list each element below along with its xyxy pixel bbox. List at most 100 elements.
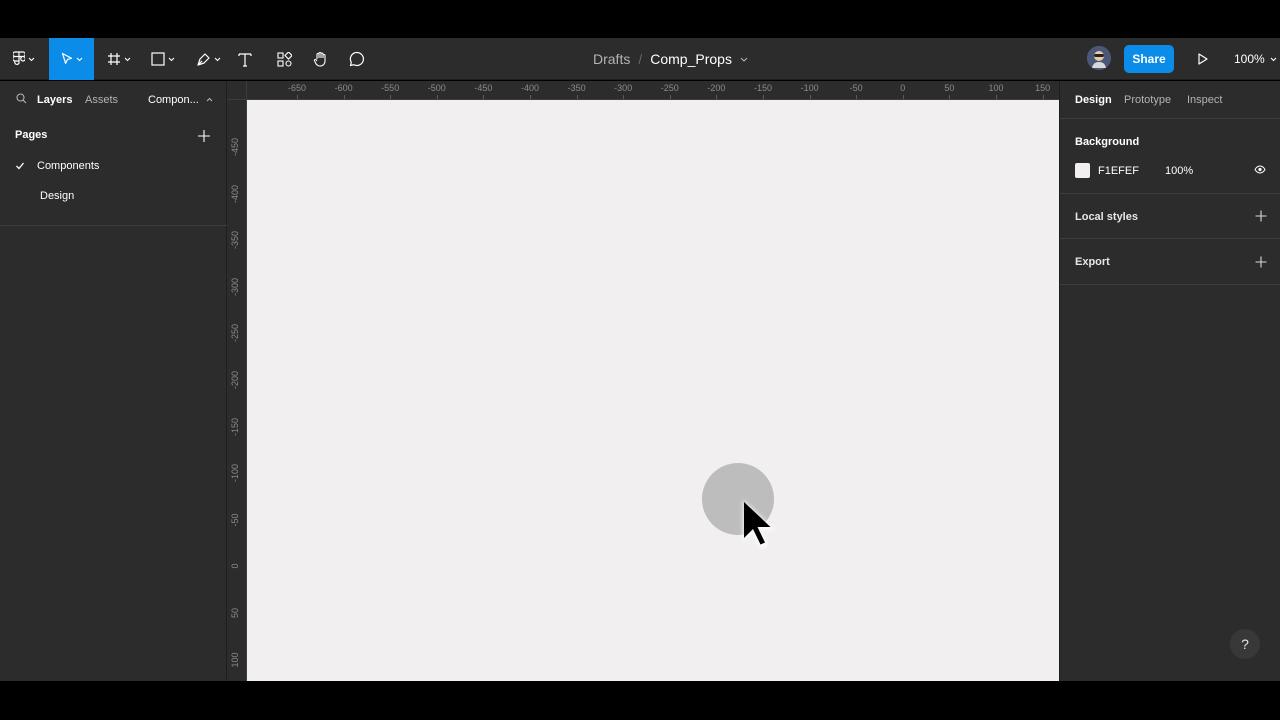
resources-button[interactable] (272, 38, 296, 80)
mouse-pointer-icon (743, 500, 775, 549)
ruler-tick-label: -300 (230, 277, 240, 296)
zoom-level: 100% (1234, 52, 1265, 66)
export-title: Export (1075, 256, 1110, 268)
zoom-menu[interactable]: 100% (1234, 38, 1277, 80)
search-icon[interactable] (16, 93, 27, 104)
ruler-tick-label: -50 (230, 513, 240, 527)
tab-inspect[interactable]: Inspect (1187, 81, 1222, 118)
divider (0, 225, 227, 226)
ruler-tick-label: -350 (230, 231, 240, 250)
horizontal-ruler: -650 -600 -550 -500 -450 -400 -350 -300 -250 -200… (227, 81, 1059, 100)
ruler-tick-label: -450 (230, 137, 240, 157)
share-button[interactable]: Share (1124, 45, 1174, 73)
checkmark-icon (16, 162, 25, 170)
ruler-tick-label: 0 (900, 83, 906, 93)
chevron-down-icon (124, 57, 131, 61)
add-export-plus-icon[interactable] (1255, 256, 1267, 268)
main-menu-button[interactable] (8, 38, 40, 80)
rectangle-icon (151, 52, 165, 66)
text-t-icon (238, 52, 252, 67)
divider (1060, 118, 1280, 119)
ruler-tick-label: -200 (230, 370, 240, 390)
tab-assets[interactable]: Assets (85, 81, 118, 118)
chevron-down-icon (214, 57, 220, 61)
ruler-tick-label: -100 (800, 83, 819, 93)
ruler-tick-label: -150 (753, 83, 773, 93)
present-button[interactable] (1193, 49, 1213, 69)
ruler-tick-label: -550 (381, 83, 400, 93)
divider (1060, 238, 1280, 239)
add-page-plus-icon[interactable] (197, 129, 211, 143)
background-opacity-input[interactable]: 100% (1165, 165, 1193, 177)
ruler-tick-label: -200 (707, 83, 726, 93)
page-selector[interactable]: Compon... (148, 81, 213, 118)
play-icon (1198, 53, 1208, 65)
ruler-tick-label: -600 (334, 83, 353, 93)
breadcrumb-folder[interactable]: Drafts (593, 51, 630, 67)
divider (1060, 193, 1280, 194)
hand-icon (313, 51, 326, 67)
layers-panel: Layers Assets Compon... Pages Components… (0, 81, 227, 681)
ruler-tick-label: 50 (944, 83, 955, 93)
breadcrumb[interactable]: Drafts / Comp_Props (593, 38, 748, 80)
ruler-tick-label: 150 (1035, 83, 1051, 93)
ruler-tick-label: 0 (230, 563, 240, 569)
letterbox-top (0, 0, 1280, 38)
properties-panel: Design Prototype Inspect Background F1EF… (1059, 81, 1280, 681)
ruler-tick-label: -250 (230, 324, 240, 343)
resources-icon (276, 51, 292, 67)
page-item-design[interactable]: Design (0, 181, 227, 211)
frame-tool-button[interactable] (102, 38, 136, 80)
canvas[interactable] (247, 100, 1059, 681)
ruler-tick-label: 50 (230, 607, 240, 619)
ruler-tick-label: -450 (474, 83, 493, 93)
breadcrumb-separator: / (638, 51, 643, 67)
ruler-tick-label: -350 (567, 83, 586, 93)
frame-hash-icon (108, 53, 120, 65)
page-item-label: Components (37, 160, 100, 172)
pen-tool-button[interactable] (190, 38, 226, 80)
add-style-plus-icon[interactable] (1255, 210, 1267, 222)
file-name[interactable]: Comp_Props (650, 51, 732, 67)
ruler-tick-label: -250 (660, 83, 679, 93)
page-item-components[interactable]: Components (0, 151, 227, 181)
comment-tool-button[interactable] (346, 38, 368, 80)
ruler-tick-label: -400 (230, 184, 240, 203)
chevron-up-icon (206, 97, 213, 102)
ruler-tick-label: -300 (614, 83, 633, 93)
background-color-swatch[interactable] (1075, 163, 1090, 178)
figma-logo-icon (13, 51, 25, 66)
page-item-label: Design (40, 190, 75, 202)
eye-visibility-icon[interactable] (1254, 165, 1266, 174)
avatar[interactable] (1087, 46, 1111, 70)
chevron-down-icon (1270, 57, 1277, 61)
background-hex-input[interactable]: F1EFEF (1098, 165, 1139, 177)
divider (1060, 284, 1280, 285)
move-tool-button[interactable] (49, 38, 94, 80)
move-pointer-icon (61, 52, 72, 64)
tab-layers[interactable]: Layers (37, 81, 72, 118)
text-tool-button[interactable] (234, 38, 256, 80)
chevron-down-icon[interactable] (740, 57, 748, 62)
ruler-tick-label: -100 (230, 464, 240, 483)
left-panel-tabs: Layers Assets Compon... (0, 81, 227, 118)
help-button[interactable]: ? (1230, 629, 1260, 659)
vertical-ruler: -450 -400 -350 -300 -250 -200 -150 -100 -50 0 50 10… (227, 100, 247, 681)
chevron-down-icon (76, 57, 82, 61)
tab-design[interactable]: Design (1075, 81, 1112, 118)
user-avatar-icon (1087, 46, 1111, 70)
comment-bubble-icon (349, 51, 365, 67)
letterbox-bottom (0, 681, 1280, 720)
pages-title: Pages (15, 129, 48, 141)
ruler-tick-label: -150 (230, 417, 240, 436)
tab-prototype[interactable]: Prototype (1124, 81, 1171, 118)
hand-tool-button[interactable] (309, 38, 331, 80)
ruler-tick-label: 100 (230, 652, 240, 668)
ruler-tick-label: -50 (849, 83, 863, 93)
local-styles-title: Local styles (1075, 211, 1138, 223)
shape-tool-button[interactable] (145, 38, 181, 80)
ruler-tick-label: -650 (287, 83, 307, 93)
chevron-down-icon (168, 57, 175, 61)
background-section-title: Background (1075, 136, 1140, 148)
ruler-corner (227, 81, 247, 100)
